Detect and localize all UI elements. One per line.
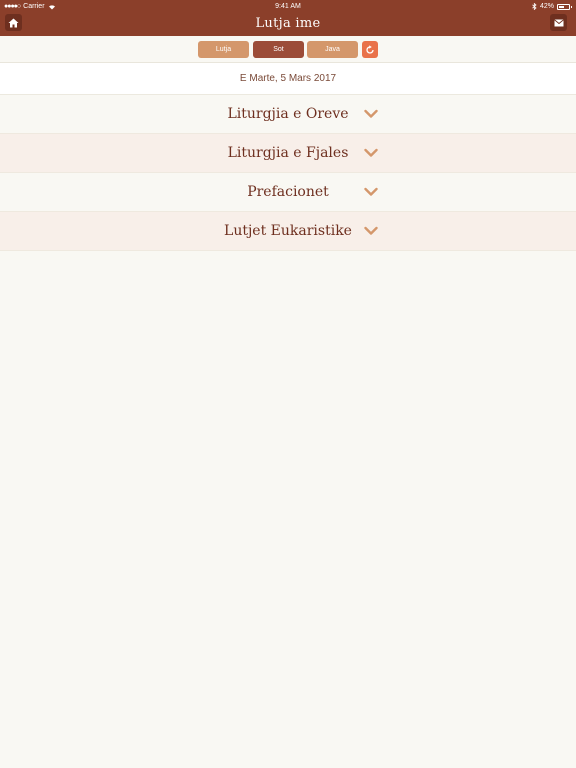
section-liturgjia-e-oreve[interactable]: Liturgjia e Oreve: [0, 95, 576, 134]
segment-lutja[interactable]: Lutja: [198, 41, 249, 58]
mail-button[interactable]: [550, 14, 567, 31]
status-time: 9:41 AM: [275, 3, 301, 10]
refresh-icon: [366, 44, 374, 54]
section-lutjet-eukaristike[interactable]: Lutjet Eukaristike: [0, 212, 576, 251]
battery-icon: [557, 3, 572, 10]
status-bar: ●●●●○ Carrier 9:41 AM 42%: [0, 0, 576, 14]
chevron-down-icon: [364, 148, 378, 157]
section-title: Prefacionet: [247, 184, 329, 200]
date-label: E Marte, 5 Mars 2017: [0, 63, 576, 95]
battery-percent: 42%: [539, 3, 554, 10]
section-title: Liturgjia e Fjales: [227, 145, 349, 161]
section-title: Liturgjia e Oreve: [227, 106, 349, 122]
segment-bar: Lutja Sot Java: [0, 36, 576, 63]
chevron-down-icon: [364, 187, 378, 196]
refresh-button[interactable]: [362, 41, 378, 58]
bluetooth-icon: [532, 3, 537, 10]
section-title: Lutjet Eukaristike: [224, 223, 352, 239]
segment-sot[interactable]: Sot: [253, 41, 304, 58]
content-area: [0, 251, 576, 768]
page-title: Lutja ime: [255, 16, 321, 31]
section-prefacionet[interactable]: Prefacionet: [0, 173, 576, 212]
chevron-down-icon: [364, 226, 378, 235]
chevron-down-icon: [364, 109, 378, 118]
top-bar: ●●●●○ Carrier 9:41 AM 42% Lutja ime: [0, 0, 576, 36]
mail-icon: [553, 18, 564, 26]
segment-java[interactable]: Java: [307, 41, 358, 58]
status-right: 42%: [532, 3, 572, 10]
section-liturgjia-e-fjales[interactable]: Liturgjia e Fjales: [0, 134, 576, 173]
